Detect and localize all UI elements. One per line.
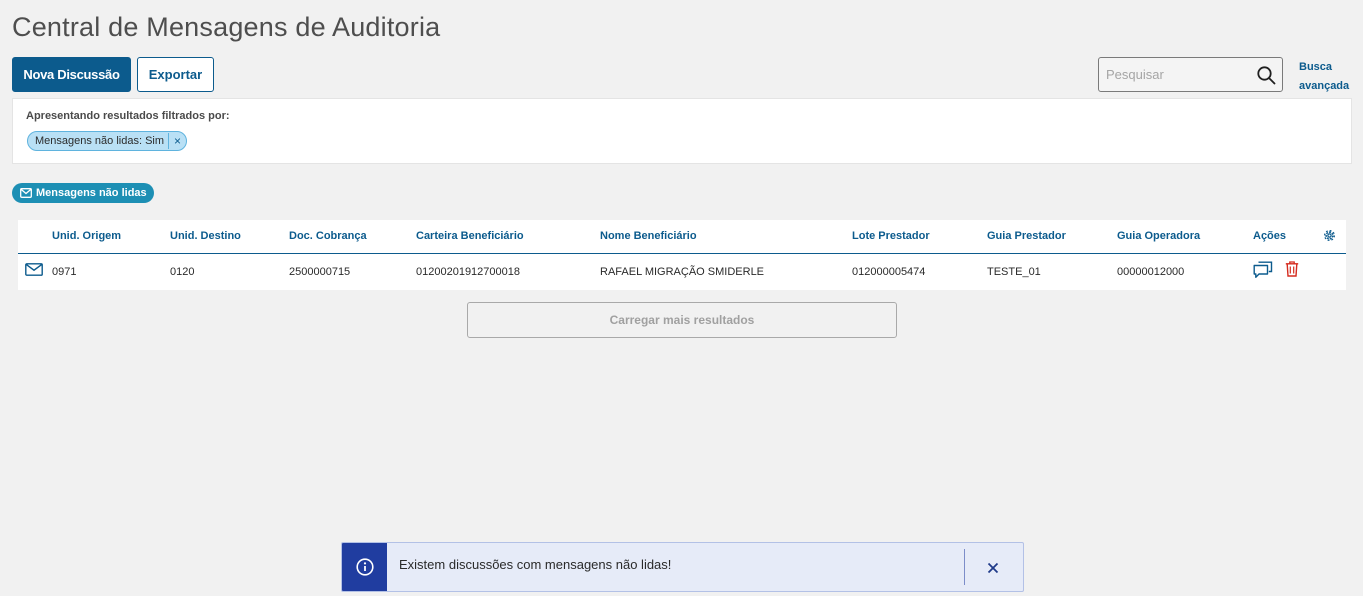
new-discussion-button[interactable]: Nova Discussão [12,57,131,92]
column-header-doc-cobranca[interactable]: Doc. Cobrança [289,230,367,242]
unread-messages-tag[interactable]: Mensagens não lidas [12,183,154,203]
load-more-button[interactable]: Carregar mais resultados [467,302,897,338]
cell-guia-prestador: TESTE_01 [987,266,1041,278]
cell-nome: RAFAEL MIGRAÇÃO SMIDERLE [600,266,765,278]
filter-chip-label: Mensagens não lidas: Sim [35,135,165,147]
column-header-nome-beneficiario[interactable]: Nome Beneficiário [600,230,697,242]
toast-message: Existem discussões com mensagens não lid… [399,557,672,572]
column-header-guia-prestador[interactable]: Guia Prestador [987,230,1066,242]
trash-icon[interactable] [1285,261,1299,277]
search-icon[interactable] [1256,65,1276,85]
cell-lote: 012000005474 [852,266,926,278]
info-icon [355,558,374,576]
search-box [1098,57,1283,92]
column-header-carteira-beneficiario[interactable]: Carteira Beneficiário [416,230,524,242]
results-table: Unid. Origem Unid. Destino Doc. Cobrança… [18,220,1346,290]
advanced-search-label-line2: avançada [1299,80,1350,92]
toast-icon-area [342,543,387,591]
page-title: Central de Mensagens de Auditoria [12,12,441,42]
filter-label: Apresentando resultados filtrados por: [26,110,230,122]
advanced-search-label-line1: Busca [1299,61,1333,73]
table-header: Unid. Origem Unid. Destino Doc. Cobrança… [18,220,1346,254]
cell-unid-destino: 0120 [170,266,195,278]
cell-unid-origem: 0971 [52,266,77,278]
unread-messages-tag-label: Mensagens não lidas [36,187,147,199]
filter-chip-close-icon[interactable]: × [169,134,186,148]
column-header-unid-destino[interactable]: Unid. Destino [170,230,241,242]
unread-envelope-icon [25,263,43,276]
chat-icon[interactable] [1253,261,1273,279]
gear-icon[interactable] [1323,229,1336,242]
advanced-search-link[interactable]: Busca avançada [1299,58,1355,96]
toast-divider [964,549,965,585]
notification-toast: Existem discussões com mensagens não lid… [341,542,1024,592]
cell-guia-operadora: 00000012000 [1117,266,1185,278]
cell-carteira: 01200201912700018 [416,266,521,278]
cell-doc-cobranca: 2500000715 [289,266,351,278]
close-icon[interactable] [982,557,1004,579]
search-input[interactable] [1099,58,1249,91]
envelope-icon [20,188,32,198]
export-button[interactable]: Exportar [137,57,214,92]
column-header-acoes: Ações [1253,230,1287,242]
table-row[interactable]: 0971 0120 2500000715 01200201912700018 R… [18,255,1346,290]
filter-panel: Apresentando resultados filtrados por: M… [12,98,1352,164]
filter-chip: Mensagens não lidas: Sim × [27,131,188,151]
column-header-guia-operadora[interactable]: Guia Operadora [1117,230,1200,242]
column-header-lote-prestador[interactable]: Lote Prestador [852,230,930,242]
column-header-unid-origem[interactable]: Unid. Origem [52,230,121,242]
